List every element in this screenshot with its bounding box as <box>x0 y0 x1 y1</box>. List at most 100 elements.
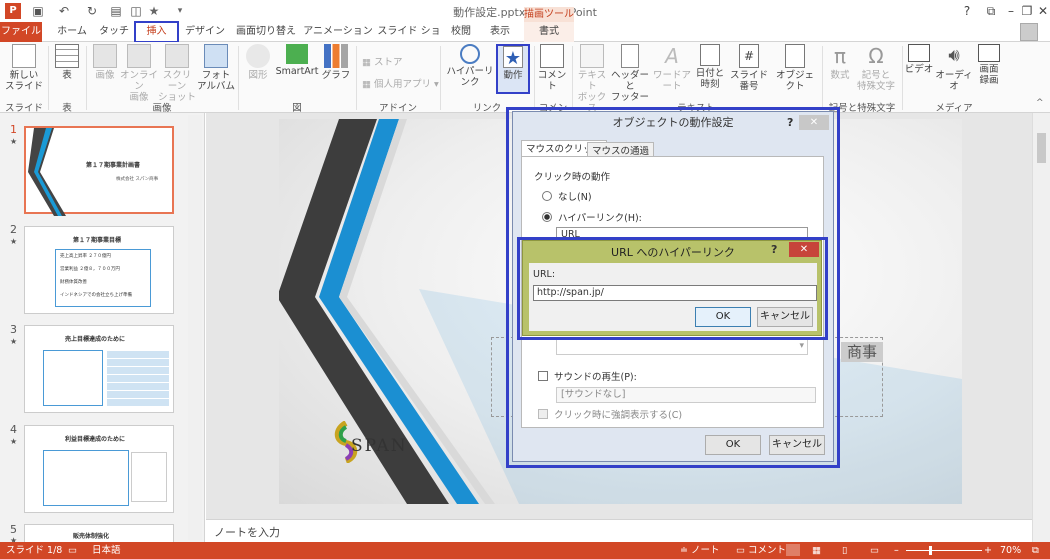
sound-select[interactable]: [サウンドなし] <box>556 387 816 403</box>
slide-sorter-icon[interactable]: ▦ <box>812 542 821 559</box>
group-divider <box>822 46 823 110</box>
thumbnail-box: 売上高上昇率 ２７０億円 営業利益 ２億８，７００万円 財務体質改善 インドネシ… <box>55 249 151 307</box>
account-avatar[interactable] <box>1020 23 1038 41</box>
screenshot-button[interactable]: スクリーン ショット <box>158 44 196 103</box>
close-icon[interactable]: ✕ <box>1032 2 1050 20</box>
chart-button[interactable]: グラフ <box>320 44 352 81</box>
symbol-button[interactable]: Ω 記号と 特殊文字 <box>856 44 896 92</box>
thumbnail-line: 売上高上昇率 ２７０億円 <box>60 254 111 259</box>
url-ok-button[interactable]: OK <box>695 307 751 327</box>
object-button[interactable]: オブジェクト <box>772 44 818 92</box>
dialog-close-button[interactable]: ✕ <box>799 115 829 130</box>
thumbnail-title: 販売体制強化 <box>73 533 110 540</box>
thumbnail-slide-3[interactable]: 売上目標達成のために <box>24 325 174 413</box>
highlight-checkbox[interactable] <box>538 409 548 419</box>
notes-pane[interactable]: ノートを入力 <box>206 519 1032 542</box>
url-cancel-button[interactable]: キャンセル <box>757 307 813 327</box>
thumbnail-slide-1[interactable]: 第１７期事業計画書 株式会社 スパン商事 <box>24 126 174 216</box>
picture-button[interactable]: 画像 <box>90 44 120 81</box>
object-icon <box>785 44 805 68</box>
url-input[interactable]: http://span.jp/ <box>533 285 817 301</box>
ribbon: 新しい スライド スライド 表 表 画像 オンライン 画像 スクリーン ショット… <box>0 42 1050 128</box>
hyperlink-button[interactable]: ハイパーリンク <box>444 44 496 88</box>
thumbnail-number: 1 <box>10 123 17 136</box>
url-dialog-body: URL: http://span.jp/ OK キャンセル <box>529 263 817 331</box>
table-button[interactable]: 表 <box>54 44 80 81</box>
ribbon-tabs: ファイル ホーム タッチ 挿入 デザイン 画面切り替え アニメーション スライド… <box>0 21 1050 57</box>
scroll-thumb[interactable] <box>1037 133 1046 163</box>
group-label-addins: アドイン <box>378 103 417 114</box>
slide-logo-text: SPAN <box>351 436 408 456</box>
tab-slideshow[interactable]: スライド ショー <box>376 22 442 57</box>
sound-checkbox[interactable] <box>538 371 548 381</box>
ok-button[interactable]: OK <box>705 435 761 455</box>
video-button[interactable]: ビデオ <box>904 44 934 75</box>
notes-placeholder: ノートを入力 <box>214 526 280 539</box>
zoom-out-icon[interactable]: – <box>894 542 899 559</box>
ribbon-display-options-icon[interactable]: ⧉ <box>980 2 1002 20</box>
comments-toggle[interactable]: ▭ コメント <box>736 542 786 559</box>
tab-file[interactable]: ファイル <box>0 22 42 42</box>
store-icon: ▦ <box>362 57 374 68</box>
slideshow-view-icon[interactable]: ▭ <box>870 542 879 559</box>
editor-vertical-scrollbar[interactable] <box>1032 113 1050 542</box>
zoom-slider-thumb[interactable] <box>929 546 932 555</box>
equation-button[interactable]: π 数式 <box>826 44 854 81</box>
radio-none[interactable] <box>542 191 552 201</box>
fit-slide-icon[interactable]: ⧉ <box>1032 542 1039 559</box>
slide-company-text: 商事 <box>841 342 883 362</box>
slide-number-button[interactable]: # スライド番号 <box>726 44 772 92</box>
help-icon[interactable]: ? <box>956 2 978 20</box>
tab-animations[interactable]: アニメーション <box>302 22 374 42</box>
tab-format[interactable]: 書式 <box>524 22 574 42</box>
status-language[interactable]: 日本語 <box>92 542 121 559</box>
notes-toggle[interactable]: ≐ ノート <box>680 542 720 559</box>
dialog-help-button[interactable]: ? <box>787 116 793 129</box>
tab-review[interactable]: 校閲 <box>444 22 478 42</box>
normal-view-icon[interactable] <box>786 544 800 556</box>
radio-hyperlink-label: ハイパーリンク(H): <box>558 213 642 224</box>
tab-touch[interactable]: タッチ <box>94 22 134 42</box>
audio-button[interactable]: 🔊︎ オーディオ <box>934 44 974 92</box>
zoom-in-icon[interactable]: + <box>984 542 992 559</box>
cancel-button[interactable]: キャンセル <box>769 435 825 455</box>
smartart-button[interactable]: SmartArt <box>274 44 320 77</box>
screen-recording-button[interactable]: 画面 録画 <box>974 44 1004 86</box>
online-picture-button[interactable]: オンライン 画像 <box>120 44 158 103</box>
collapse-ribbon-icon[interactable]: ^ <box>1036 98 1044 108</box>
comment-button[interactable]: コメント <box>536 44 568 92</box>
url-dialog-close-button[interactable]: ✕ <box>789 242 819 257</box>
store-button[interactable]: ▦ ストア <box>362 54 403 68</box>
slide-thumbnails-pane: 1 ★ 第１７期事業計画書 株式会社 スパン商事 2 ★ 第１７期事業目標 売上… <box>0 113 205 545</box>
shapes-button[interactable]: 図形 <box>242 44 274 81</box>
reading-view-icon[interactable]: ▯ <box>842 542 847 559</box>
proofing-icon[interactable]: ▭ <box>68 542 77 559</box>
date-time-button[interactable]: 日付と 時刻 <box>694 44 726 90</box>
action-button[interactable]: ★ 動作 <box>496 44 530 94</box>
new-slide-button[interactable]: 新しい スライド <box>4 44 44 92</box>
comment-icon <box>540 44 564 68</box>
zoom-slider[interactable] <box>906 550 982 551</box>
zoom-level[interactable]: 70% <box>1000 542 1021 559</box>
thumbnail-scrollbar[interactable] <box>188 115 202 540</box>
status-slide-number: スライド 1/8 <box>6 545 63 556</box>
program-select-disabled[interactable]: ▾ <box>556 339 808 355</box>
header-footer-button[interactable]: ヘッダーと フッター <box>610 44 650 103</box>
thumbnail-slide-4[interactable]: 利益目標達成のために <box>24 425 174 513</box>
table-icon <box>55 44 79 68</box>
tab-design[interactable]: デザイン <box>182 22 228 42</box>
radio-none-label: なし(N) <box>558 192 592 203</box>
section-label: クリック時の動作 <box>534 172 611 183</box>
photo-album-button[interactable]: フォト アルバム <box>196 44 236 92</box>
thumbnail-slide-2[interactable]: 第１７期事業目標 売上高上昇率 ２７０億円 営業利益 ２億８，７００万円 財務体… <box>24 226 174 314</box>
url-dialog-help-button[interactable]: ? <box>771 243 777 256</box>
personal-apps-button[interactable]: ▦ 個人用アプリ ▾ <box>362 76 439 90</box>
thumbnail-slide-5[interactable]: 販売体制強化 <box>24 524 174 542</box>
tab-view[interactable]: 表示 <box>480 22 520 42</box>
wordart-button[interactable]: A ワードアート <box>650 44 694 92</box>
tab-insert[interactable]: 挿入 <box>134 21 179 43</box>
tab-home[interactable]: ホーム <box>52 22 92 42</box>
radio-hyperlink[interactable] <box>542 212 552 222</box>
tab-transitions[interactable]: 画面切り替え <box>232 22 300 42</box>
video-icon <box>908 44 930 62</box>
